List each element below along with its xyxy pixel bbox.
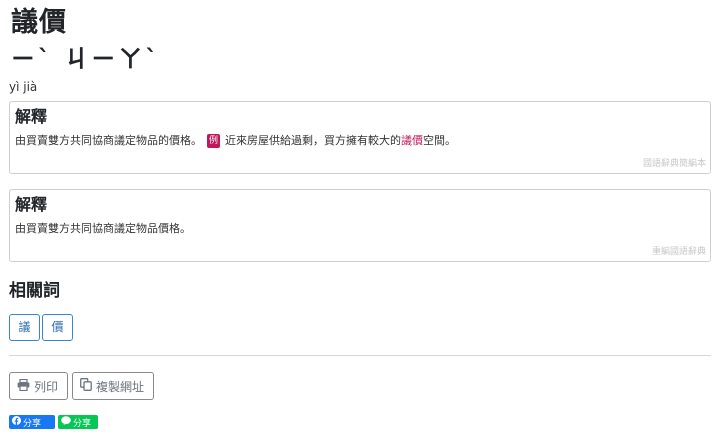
related-words-heading: 相關詞 <box>9 281 60 301</box>
definition-source: 重編國語辭典 <box>651 247 706 257</box>
line-share-button[interactable]: 分享 <box>58 415 98 429</box>
definition-sentence: 由買賣雙方共同協商議定物品價格。 <box>15 222 191 235</box>
dictionary-entry: 議價 ㄧˋ ㄐㄧㄚˋ yì jià 解釋 由買賣雙方共同協商議定物品的價格。 例… <box>9 0 711 429</box>
related-word-chip[interactable]: 議 <box>9 314 40 341</box>
definition-heading: 解釋 <box>15 195 48 214</box>
definition-card-revised: 解釋 由買賣雙方共同協商議定物品價格。 重編國語辭典 <box>9 189 711 262</box>
facebook-share-button[interactable]: 分享 <box>9 415 55 429</box>
example-text-after: 空間。 <box>423 134 456 147</box>
definition-text: 由買賣雙方共同協商議定物品價格。 <box>15 221 705 237</box>
entry-pinyin: yì jià <box>9 80 38 94</box>
definition-card-concise: 解釋 由買賣雙方共同協商議定物品的價格。 例 近來房屋供給過剩，買方擁有較大的議… <box>9 101 711 174</box>
facebook-share-label: 分享 <box>23 418 42 429</box>
related-words-list: 議 價 <box>9 314 711 341</box>
related-word-chip[interactable]: 價 <box>42 314 73 341</box>
definition-text: 由買賣雙方共同協商議定物品的價格。 例 近來房屋供給過剩，買方擁有較大的 議價 空間… <box>15 133 705 149</box>
example-text-before: 近來房屋供給過剩，買方擁有較大的 <box>225 134 401 147</box>
copy-icon <box>80 378 92 394</box>
line-share-label: 分享 <box>73 418 92 429</box>
share-buttons: 分享 分享 <box>9 415 711 429</box>
print-label: 列印 <box>34 379 59 394</box>
copy-url-label: 複製網址 <box>96 379 145 394</box>
print-button[interactable]: 列印 <box>9 372 68 400</box>
copy-url-button[interactable]: 複製網址 <box>72 372 154 400</box>
definition-source: 國語辭典簡編本 <box>642 159 706 169</box>
line-icon <box>61 416 71 428</box>
example-highlight: 議價 <box>401 134 423 147</box>
definition-heading: 解釋 <box>15 107 48 126</box>
action-buttons: 列印 複製網址 <box>9 372 711 400</box>
divider <box>9 355 711 356</box>
entry-word: 議價 <box>11 7 67 38</box>
printer-icon <box>17 378 30 394</box>
example-badge: 例 <box>207 134 220 148</box>
definition-sentence: 由買賣雙方共同協商議定物品的價格。 <box>15 134 202 147</box>
entry-zhuyin: ㄧˋ ㄐㄧㄚˋ <box>11 45 161 73</box>
facebook-icon <box>12 416 21 428</box>
